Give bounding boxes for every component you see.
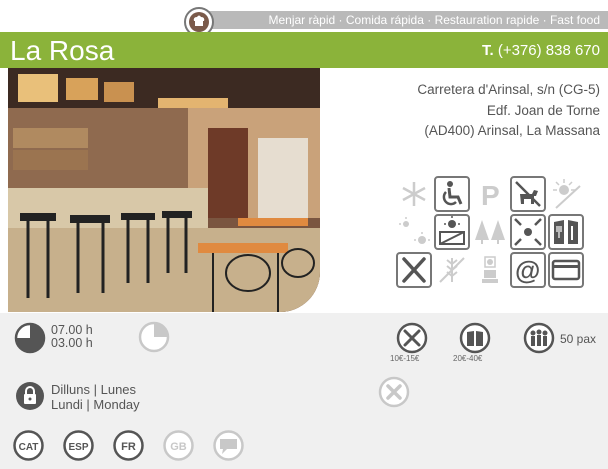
services-grid: P @ — [396, 176, 604, 290]
credit-card-icon — [548, 252, 584, 288]
viewpoint-icon — [510, 214, 546, 250]
lang-code: ESP — [68, 442, 88, 453]
closing-days-line: Dilluns | Lunes — [51, 382, 137, 397]
lang-esp-badge: ESP — [63, 430, 94, 461]
services-row — [396, 214, 604, 250]
category-bar: Menjar ràpid · Comida rápida · Restaurat… — [198, 11, 608, 29]
services-row: @ — [396, 252, 604, 288]
gluten-free-icon — [434, 252, 470, 288]
lock-icon — [14, 380, 46, 417]
carte-price: 20€-40€ — [453, 354, 483, 363]
phone-number[interactable]: T. (+376) 838 670 — [482, 42, 600, 59]
services-row: P — [396, 176, 604, 212]
address-block: Carretera d'Arinsal, s/n (CG-5) Edf. Joa… — [417, 80, 600, 142]
lang-code: FR — [121, 441, 136, 453]
languages: CAT ESP FR GB — [13, 430, 244, 461]
wheelchair-icon — [434, 176, 470, 212]
sun-shade-icon — [396, 214, 432, 250]
no-sun-icon — [548, 176, 584, 212]
trees-icon — [472, 214, 508, 250]
svg-text:@: @ — [515, 255, 540, 285]
restaurant-header: La Rosa T. (+376) 838 670 — [0, 32, 608, 68]
phone-prefix: T. — [481, 42, 494, 59]
closing-time: 03.00 h — [51, 336, 93, 350]
people-icon — [523, 322, 555, 359]
address-line: Edf. Joan de Torne — [486, 102, 600, 118]
baby-chair-icon — [472, 252, 508, 288]
capacity: 50 pax — [560, 332, 597, 346]
phone-value: (+376) 838 670 — [497, 42, 600, 59]
svg-text:P: P — [481, 180, 500, 211]
lang-gb-badge: GB — [163, 430, 194, 461]
terrace-icon — [434, 214, 470, 250]
closed-x-icon — [378, 376, 410, 413]
snowflake-icon — [396, 176, 432, 212]
lang-fr-badge: FR — [113, 430, 144, 461]
at-sign-icon[interactable]: @ — [510, 252, 546, 288]
address-line: (AD400) Arinsal, La Massana — [424, 123, 600, 138]
lang-code: GB — [170, 441, 187, 453]
clock-icon — [14, 322, 46, 359]
cutlery-cross-icon — [396, 252, 432, 288]
lang-cat-badge: CAT — [13, 430, 44, 461]
opening-hours: 07.00 h 03.00 h — [51, 324, 93, 350]
dog-icon — [510, 176, 546, 212]
category-label: Menjar ràpid · Comida rápida · Restaurat… — [268, 13, 601, 27]
parking-icon: P — [472, 176, 508, 212]
closing-days: Dilluns | Lunes Lundi | Monday — [51, 382, 140, 412]
menu-price: 10€-15€ — [390, 354, 420, 363]
restaurant-photo — [8, 68, 320, 312]
address-line: Carretera d'Arinsal, s/n (CG-5) — [417, 82, 600, 97]
closing-days-line: Lundi | Monday — [51, 397, 140, 412]
clock-half-icon — [138, 321, 170, 358]
restaurant-name: La Rosa — [10, 35, 115, 66]
speech-bubble-icon — [213, 430, 244, 461]
menu-book-icon — [548, 214, 584, 250]
lang-code: CAT — [19, 442, 39, 453]
